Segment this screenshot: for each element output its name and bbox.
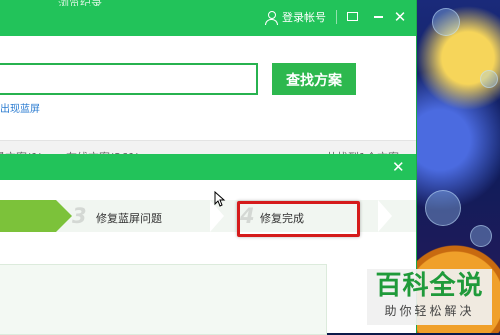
feedback-icon[interactable]: [343, 8, 361, 26]
main-titlebar: 浏览纪录 登录帐号 ✕: [0, 0, 416, 36]
titlebar-divider: [336, 10, 337, 24]
step-number: 3: [72, 204, 87, 228]
search-button[interactable]: 查找方案: [272, 63, 356, 95]
close-icon[interactable]: ✕: [391, 8, 409, 26]
wallpaper-bubble: [470, 225, 492, 247]
close-icon[interactable]: ✕: [392, 158, 405, 176]
wallpaper-bubble: [425, 190, 461, 226]
minimize-icon[interactable]: [369, 8, 387, 26]
mouse-cursor-icon: [214, 191, 226, 207]
search-hint-link[interactable]: 出现蓝屏: [0, 100, 40, 115]
watermark-subtitle: 助你轻松解决: [384, 304, 475, 318]
main-window: 浏览纪录 登录帐号 ✕ 查找方案 出现蓝屏 最方案(1) 在线方案(261) 共…: [0, 0, 417, 164]
step-label-repair: 修复蓝屏问题: [96, 212, 162, 225]
wallpaper-bubble: [432, 8, 460, 36]
watermark-title: 百科全说: [375, 271, 484, 301]
step-completed: [0, 200, 72, 232]
repair-dialog: ✕ 3 修复蓝屏问题 4 修复完成: [0, 154, 417, 335]
login-label: 登录帐号: [282, 11, 326, 24]
repair-titlebar: ✕: [0, 154, 416, 180]
watermark-logo: 百科全说 助你轻松解决: [367, 269, 492, 325]
step-separator: [378, 200, 392, 232]
wallpaper-bubble: [480, 70, 498, 88]
search-input[interactable]: [0, 63, 258, 95]
user-icon: [264, 10, 278, 25]
login-link[interactable]: 登录帐号: [264, 9, 326, 25]
result-panel: [0, 264, 327, 335]
partial-tab[interactable]: 浏览纪录: [58, 0, 102, 6]
highlight-box: [237, 201, 360, 237]
